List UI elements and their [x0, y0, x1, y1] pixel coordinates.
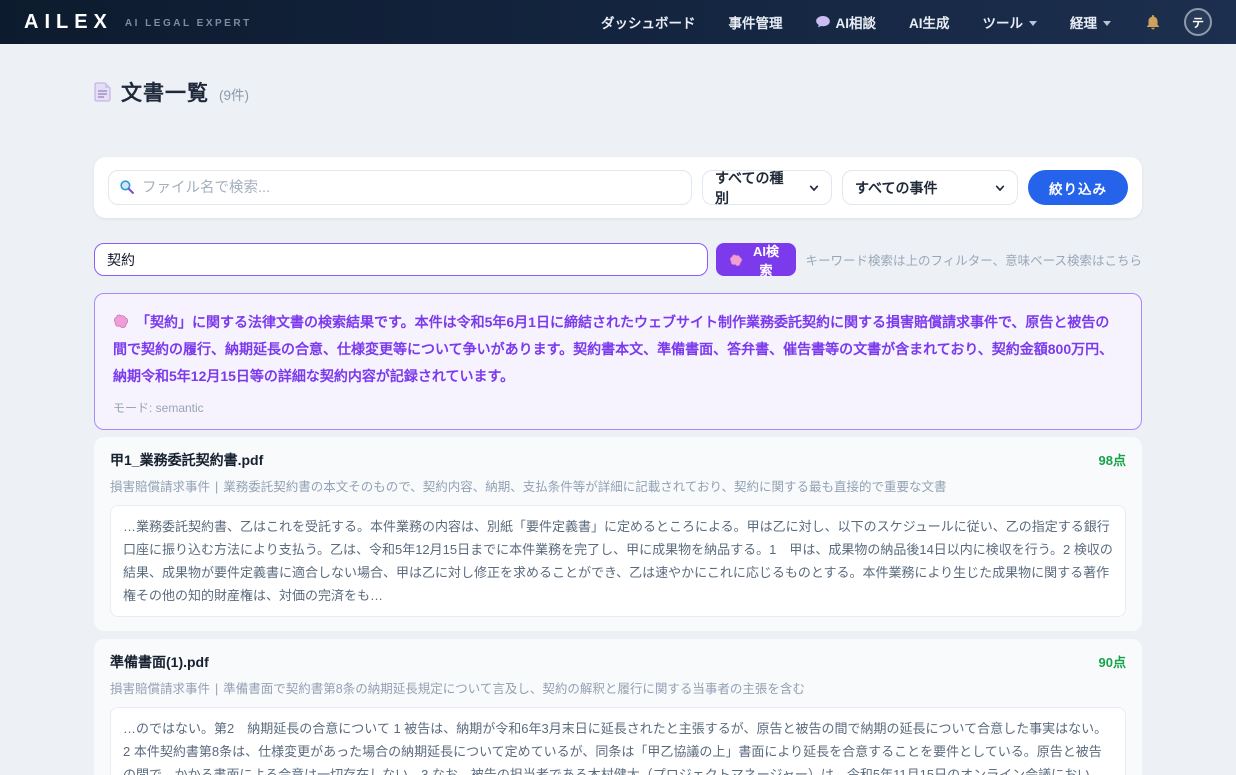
bell-icon — [1144, 13, 1162, 32]
caret-down-icon — [1029, 21, 1037, 26]
document-excerpt: …のではない。第2 納期延長の合意について 1 被告は、納期が令和6年3月末日に… — [110, 707, 1126, 775]
brain-icon — [729, 253, 743, 267]
ai-search-button-label: AI検索 — [749, 241, 784, 279]
score-badge: 90点 — [1099, 652, 1126, 671]
nav-item-label: AI生成 — [909, 12, 950, 32]
document-case: 損害賠償請求事件 — [110, 480, 210, 494]
chevron-down-icon — [995, 183, 1005, 193]
brand-logo[interactable]: AILEX — [24, 11, 113, 34]
filter-bar: すべての種別 すべての事件 絞り込み — [94, 157, 1142, 218]
filter-apply-button[interactable]: 絞り込み — [1028, 170, 1128, 205]
ai-result-text: 「契約」に関する法律文書の検索結果です。本件は令和5年6月1日に締結されたウェブ… — [113, 314, 1113, 384]
document-card[interactable]: 準備書面(1).pdf 90点 損害賠償請求事件|準備書面で契約書第8条の納期延… — [94, 639, 1142, 775]
user-avatar[interactable]: テ — [1184, 8, 1212, 36]
case-select-value: すべての事件 — [855, 178, 937, 198]
ai-result-mode: モード: semantic — [113, 399, 1123, 416]
ai-search-hint: キーワード検索は上のフィルター、意味ベース検索はこちら — [805, 250, 1142, 269]
nav-item-dashboard[interactable]: ダッシュボード — [601, 12, 696, 32]
nav-item-cases[interactable]: 事件管理 — [729, 12, 783, 32]
page-count: (9件) — [219, 84, 249, 104]
nav-item-label: 経理 — [1070, 12, 1097, 32]
nav-item-label: AI相談 — [836, 12, 877, 32]
type-select[interactable]: すべての種別 — [702, 170, 832, 205]
page: AILEX AI LEGAL EXPERT ダッシュボード 事件管理 AI相談 … — [0, 0, 1236, 775]
document-meta: 損害賠償請求事件|準備書面で契約書第8条の納期延長規定について言及し、契約の解釈… — [110, 678, 1126, 697]
document-title: 準備書面(1).pdf — [110, 652, 209, 672]
ai-search-input[interactable] — [94, 243, 708, 276]
notification-bell-button[interactable] — [1144, 13, 1162, 32]
chevron-down-icon — [809, 183, 819, 193]
avatar-initial: テ — [1192, 14, 1204, 31]
page-title-row: 文書一覧 (9件) — [94, 77, 1142, 107]
caret-down-icon — [1103, 21, 1111, 26]
nav-item-label: ツール — [983, 12, 1024, 32]
filename-search-input[interactable] — [108, 170, 692, 205]
nav-item-accounting[interactable]: 経理 — [1070, 12, 1111, 32]
document-case: 損害賠償請求事件 — [110, 682, 210, 696]
nav-item-tools[interactable]: ツール — [983, 12, 1038, 32]
nav-item-label: 事件管理 — [729, 12, 783, 32]
type-select-value: すべての種別 — [715, 168, 793, 208]
document-icon — [94, 82, 111, 102]
document-card[interactable]: 甲1_業務委託契約書.pdf 98点 損害賠償請求事件|業務委託契約書の本文その… — [94, 437, 1142, 631]
brand-tagline: AI LEGAL EXPERT — [125, 18, 252, 29]
score-badge: 98点 — [1099, 450, 1126, 469]
document-description: 業務委託契約書の本文そのもので、契約内容、納期、支払条件等が詳細に記載されており… — [223, 480, 946, 494]
app-header: AILEX AI LEGAL EXPERT ダッシュボード 事件管理 AI相談 … — [0, 0, 1236, 44]
nav-item-label: ダッシュボード — [601, 12, 696, 32]
ai-search-button[interactable]: AI検索 — [716, 243, 797, 276]
document-title: 甲1_業務委託契約書.pdf — [110, 450, 263, 470]
page-title: 文書一覧 — [121, 77, 209, 107]
ai-result-box: 「契約」に関する法律文書の検索結果です。本件は令和5年6月1日に締結されたウェブ… — [94, 293, 1142, 430]
document-list: 甲1_業務委託契約書.pdf 98点 損害賠償請求事件|業務委託契約書の本文その… — [94, 437, 1142, 775]
document-description: 準備書面で契約書第8条の納期延長規定について言及し、契約の解釈と履行に関する当事… — [223, 682, 805, 696]
search-icon — [119, 179, 135, 195]
case-select[interactable]: すべての事件 — [842, 170, 1018, 205]
document-meta: 損害賠償請求事件|業務委託契約書の本文そのもので、契約内容、納期、支払条件等が詳… — [110, 476, 1126, 495]
nav-item-ai-consult[interactable]: AI相談 — [816, 12, 877, 32]
speech-bubble-icon — [816, 16, 830, 28]
document-excerpt: …業務委託契約書、乙はこれを受託する。本件業務の内容は、別紙「要件定義書」に定め… — [110, 505, 1126, 617]
ai-search-row: AI検索 キーワード検索は上のフィルター、意味ベース検索はこちら — [94, 243, 1142, 276]
brain-icon — [113, 313, 129, 329]
nav-item-ai-generate[interactable]: AI生成 — [909, 12, 950, 32]
nav: ダッシュボード 事件管理 AI相談 AI生成 ツール 経理 — [601, 12, 1111, 32]
